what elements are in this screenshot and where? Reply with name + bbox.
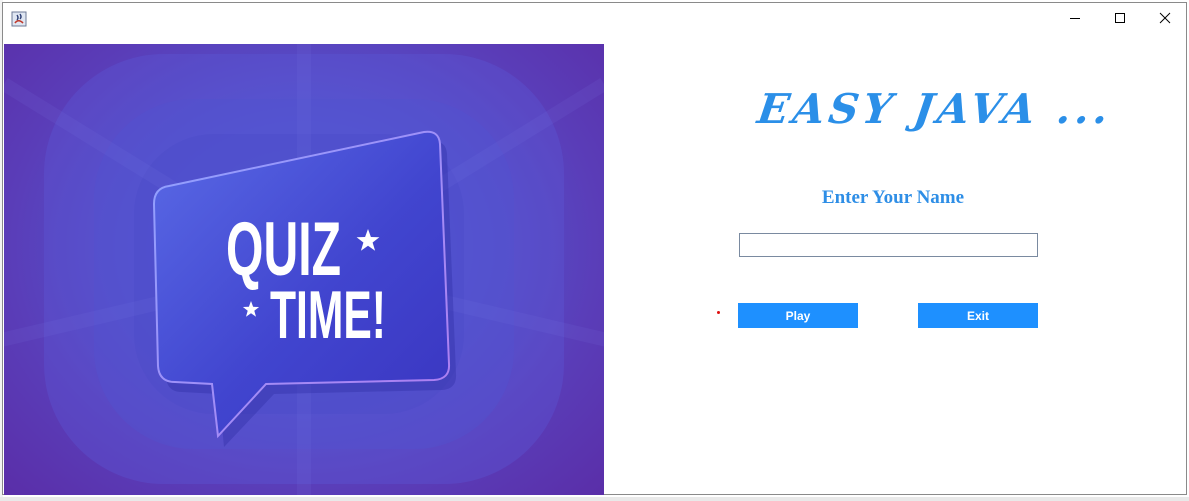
java-app-icon — [11, 11, 27, 27]
background-window-edge-bottom — [0, 497, 1189, 501]
quiz-bubble-illustration: QUIZ TIME! — [4, 44, 604, 495]
close-icon — [1159, 12, 1171, 24]
name-input[interactable] — [739, 233, 1038, 257]
red-dot-marker — [717, 311, 720, 314]
maximize-icon — [1115, 13, 1125, 23]
close-button[interactable] — [1142, 3, 1188, 33]
maximize-button[interactable] — [1097, 3, 1143, 33]
time-word: TIME! — [270, 277, 386, 353]
quiz-time-banner: QUIZ TIME! — [4, 44, 604, 495]
exit-button[interactable]: Exit — [918, 303, 1038, 328]
name-prompt-label: Enter Your Name — [821, 187, 965, 208]
title-bar[interactable] — [3, 3, 1186, 43]
minimize-button[interactable] — [1052, 3, 1098, 33]
app-title: EASY JAVA ... — [754, 85, 1116, 133]
play-button[interactable]: Play — [738, 303, 858, 328]
app-window: QUIZ TIME! EASY JAVA ... Enter Your Name… — [2, 2, 1187, 495]
minimize-icon — [1070, 18, 1080, 19]
